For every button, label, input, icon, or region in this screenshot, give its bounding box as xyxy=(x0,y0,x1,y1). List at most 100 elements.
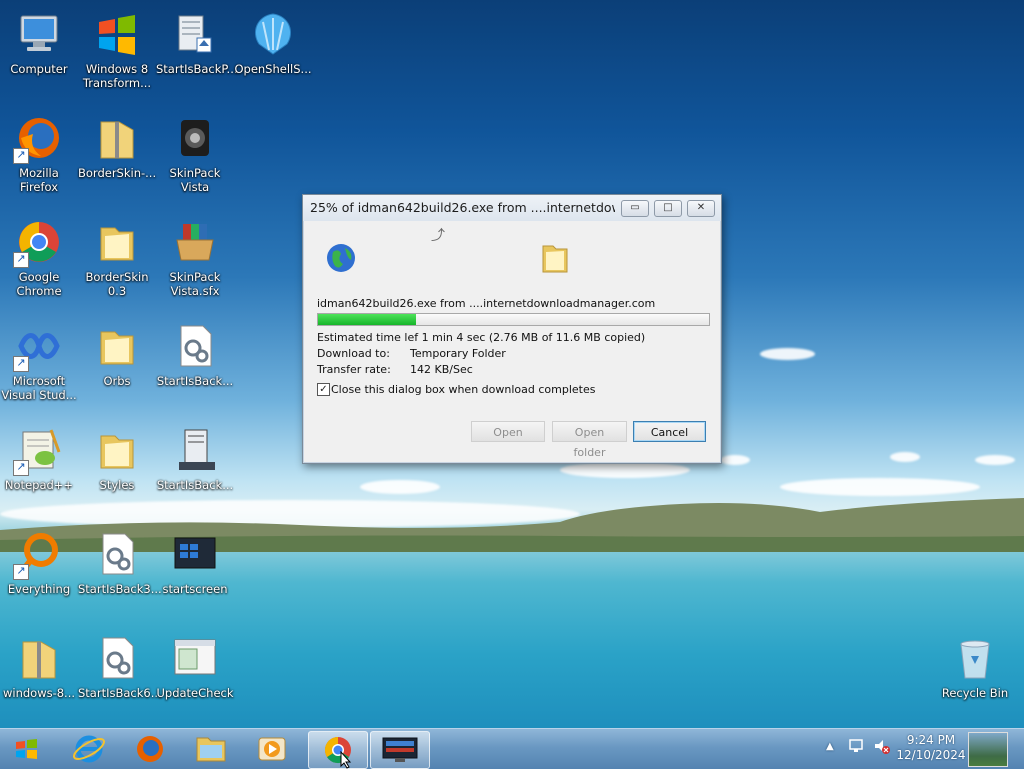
cloud xyxy=(560,462,690,478)
close-button[interactable]: ✕ xyxy=(687,200,715,217)
dialog-title: 25% of idman642build26.exe from ....inte… xyxy=(310,200,615,215)
firefox-icon xyxy=(137,736,163,762)
open-folder-button[interactable]: Open folder xyxy=(552,421,627,459)
desktop-icon-chrome[interactable]: ↗ Google Chrome xyxy=(0,212,78,312)
dialog-titlebar[interactable]: 25% of idman642build26.exe from ....inte… xyxy=(303,195,721,221)
cloud xyxy=(720,455,750,465)
desktop-icon-startisbackp[interactable]: StartIsBackP... xyxy=(156,4,238,104)
shortcut-arrow-icon: ↗ xyxy=(13,356,29,372)
desktop-icon-label: Computer xyxy=(10,62,68,76)
zip-folder-icon xyxy=(15,634,63,682)
download-progress-bar xyxy=(317,313,710,326)
download-to-value: Temporary Folder xyxy=(410,347,506,360)
show-desktop-thumbnail[interactable] xyxy=(968,732,1008,767)
settings-file-icon xyxy=(93,530,141,578)
desktop-icon-label: Windows 8 Transform... xyxy=(82,62,152,90)
desktop-icon-visual-studio[interactable]: ↗ Microsoft Visual Stud... xyxy=(0,316,78,416)
desktop-icon-label: Microsoft Visual Stud... xyxy=(1,374,77,402)
desktop-icon-label: OpenShellS... xyxy=(234,62,312,76)
windows-flag-icon xyxy=(93,10,141,58)
close-when-complete-checkbox[interactable]: ✓ xyxy=(317,383,330,396)
desktop-icon-skinpack-vista-sfx[interactable]: SkinPack Vista.sfx xyxy=(156,212,234,312)
desktop-icon-styles[interactable]: Styles xyxy=(78,420,156,520)
desktop-icon-startisback6[interactable]: StartIsBack6... xyxy=(78,628,162,728)
desktop-icon-firefox[interactable]: ↗ Mozilla Firefox xyxy=(0,108,78,208)
shortcut-arrow-icon: ↗ xyxy=(13,564,29,580)
minimize-button[interactable]: ▭ xyxy=(621,200,649,217)
desktop-icon-label: startscreen xyxy=(162,582,228,596)
everything-icon: ↗ xyxy=(13,530,63,580)
desktop-icon-label: Google Chrome xyxy=(16,270,62,298)
shell-icon xyxy=(249,10,297,58)
clock-date: 12/10/2024 xyxy=(896,748,966,762)
desktop-icon-label: windows-8... xyxy=(2,686,76,700)
network-icon[interactable] xyxy=(848,737,866,759)
transfer-animation-icon: ⤴ xyxy=(431,228,445,244)
start-button[interactable] xyxy=(0,731,54,767)
desktop-icon-label: UpdateCheck xyxy=(156,686,234,700)
shortcut-arrow-icon: ↗ xyxy=(13,148,29,164)
clock-time: 9:24 PM xyxy=(906,733,956,747)
desktop-icon-borderskin-zip[interactable]: BorderSkin-... xyxy=(78,108,156,208)
folder-icon xyxy=(541,242,569,278)
checkbox-label[interactable]: Close this dialog box when download comp… xyxy=(331,383,595,396)
cloud xyxy=(890,452,920,462)
settings-file-icon xyxy=(93,634,141,682)
open-button[interactable]: Open xyxy=(471,421,545,442)
show-hidden-icons-button[interactable]: ▲ xyxy=(826,739,834,754)
desktop-icon-label: StartIsBack... xyxy=(156,478,234,492)
cloud xyxy=(760,348,815,360)
maximize-button[interactable]: □ xyxy=(654,200,682,217)
desktop-icon-windows8-transform[interactable]: Windows 8 Transform... xyxy=(78,4,156,104)
desktop-icon-openshell[interactable]: OpenShellS... xyxy=(234,4,312,104)
taskbar-internet-explorer[interactable] xyxy=(62,731,116,767)
cancel-button[interactable]: Cancel xyxy=(633,421,706,442)
progress-fill xyxy=(318,314,416,325)
internet-explorer-icon xyxy=(72,735,106,763)
window-file-icon xyxy=(171,634,219,682)
volume-muted-icon[interactable] xyxy=(873,737,891,759)
recycle-bin-icon xyxy=(951,634,999,682)
file-explorer-icon xyxy=(196,737,226,762)
estimated-time-text: Estimated time lef 1 min 4 sec (2.76 MB … xyxy=(317,331,646,344)
taskbar-media-player[interactable] xyxy=(245,731,299,767)
desktop-icon-everything[interactable]: ↗ Everything xyxy=(0,524,78,624)
desktop-icon-label: Recycle Bin xyxy=(941,686,1009,700)
desktop-icon-skinpack-vista[interactable]: SkinPack Vista xyxy=(156,108,234,208)
desktop-icon-label: Everything xyxy=(7,582,71,596)
desktop-icon-startisback-setup[interactable]: StartIsBack... xyxy=(156,420,234,520)
desktop-icon-label: StartIsBackP... xyxy=(156,62,238,76)
shortcut-arrow-icon: ↗ xyxy=(13,460,29,476)
clock[interactable]: 9:24 PM 12/10/2024 xyxy=(896,733,966,763)
zip-folder-icon xyxy=(93,114,141,162)
desktop-icon-startisback-cfg[interactable]: StartIsBack... xyxy=(156,316,234,416)
folder-icon xyxy=(93,322,141,370)
installer-icon xyxy=(171,10,219,58)
desktop-icon-startisback3[interactable]: StartIsBack3... xyxy=(78,524,162,624)
desktop-icon-label: StartIsBack3... xyxy=(78,582,162,596)
desktop-icon-label: BorderSkin-... xyxy=(78,166,157,180)
desktop-icon-borderskin-folder[interactable]: BorderSkin 0.3 xyxy=(78,212,156,312)
taskbar-file-explorer[interactable] xyxy=(184,731,238,767)
download-to-label: Download to: xyxy=(317,347,390,360)
desktop-icon-orbs[interactable]: Orbs xyxy=(78,316,156,416)
transfer-rate-label: Transfer rate: xyxy=(317,363,391,376)
desktop-icon-notepadpp[interactable]: ↗ Notepad++ xyxy=(0,420,78,520)
desktop-icon-computer[interactable]: Computer xyxy=(0,4,78,104)
transfer-rate-value: 142 KB/Sec xyxy=(410,363,473,376)
taskbar-chrome[interactable] xyxy=(308,731,368,769)
desktop-icon-recycle-bin[interactable]: Recycle Bin xyxy=(936,628,1014,728)
desktop-icon-label: StartIsBack6... xyxy=(78,686,162,700)
desktop-icon-label: BorderSkin 0.3 xyxy=(85,270,149,298)
desktop-icon-windows-8-zip[interactable]: windows-8... xyxy=(0,628,78,728)
media-player-icon xyxy=(258,737,286,761)
image-file-icon xyxy=(171,530,219,578)
desktop-icon-startscreen[interactable]: startscreen xyxy=(156,524,234,624)
settings-file-icon xyxy=(171,322,219,370)
skinpack-icon xyxy=(171,114,219,162)
taskbar-firefox[interactable] xyxy=(123,731,177,767)
download-file-line: idman642build26.exe from ....internetdow… xyxy=(317,297,656,310)
desktop-icon-updatecheck[interactable]: UpdateCheck xyxy=(156,628,234,728)
cloud xyxy=(975,455,1015,465)
taskbar-monitor-app[interactable] xyxy=(370,731,430,769)
